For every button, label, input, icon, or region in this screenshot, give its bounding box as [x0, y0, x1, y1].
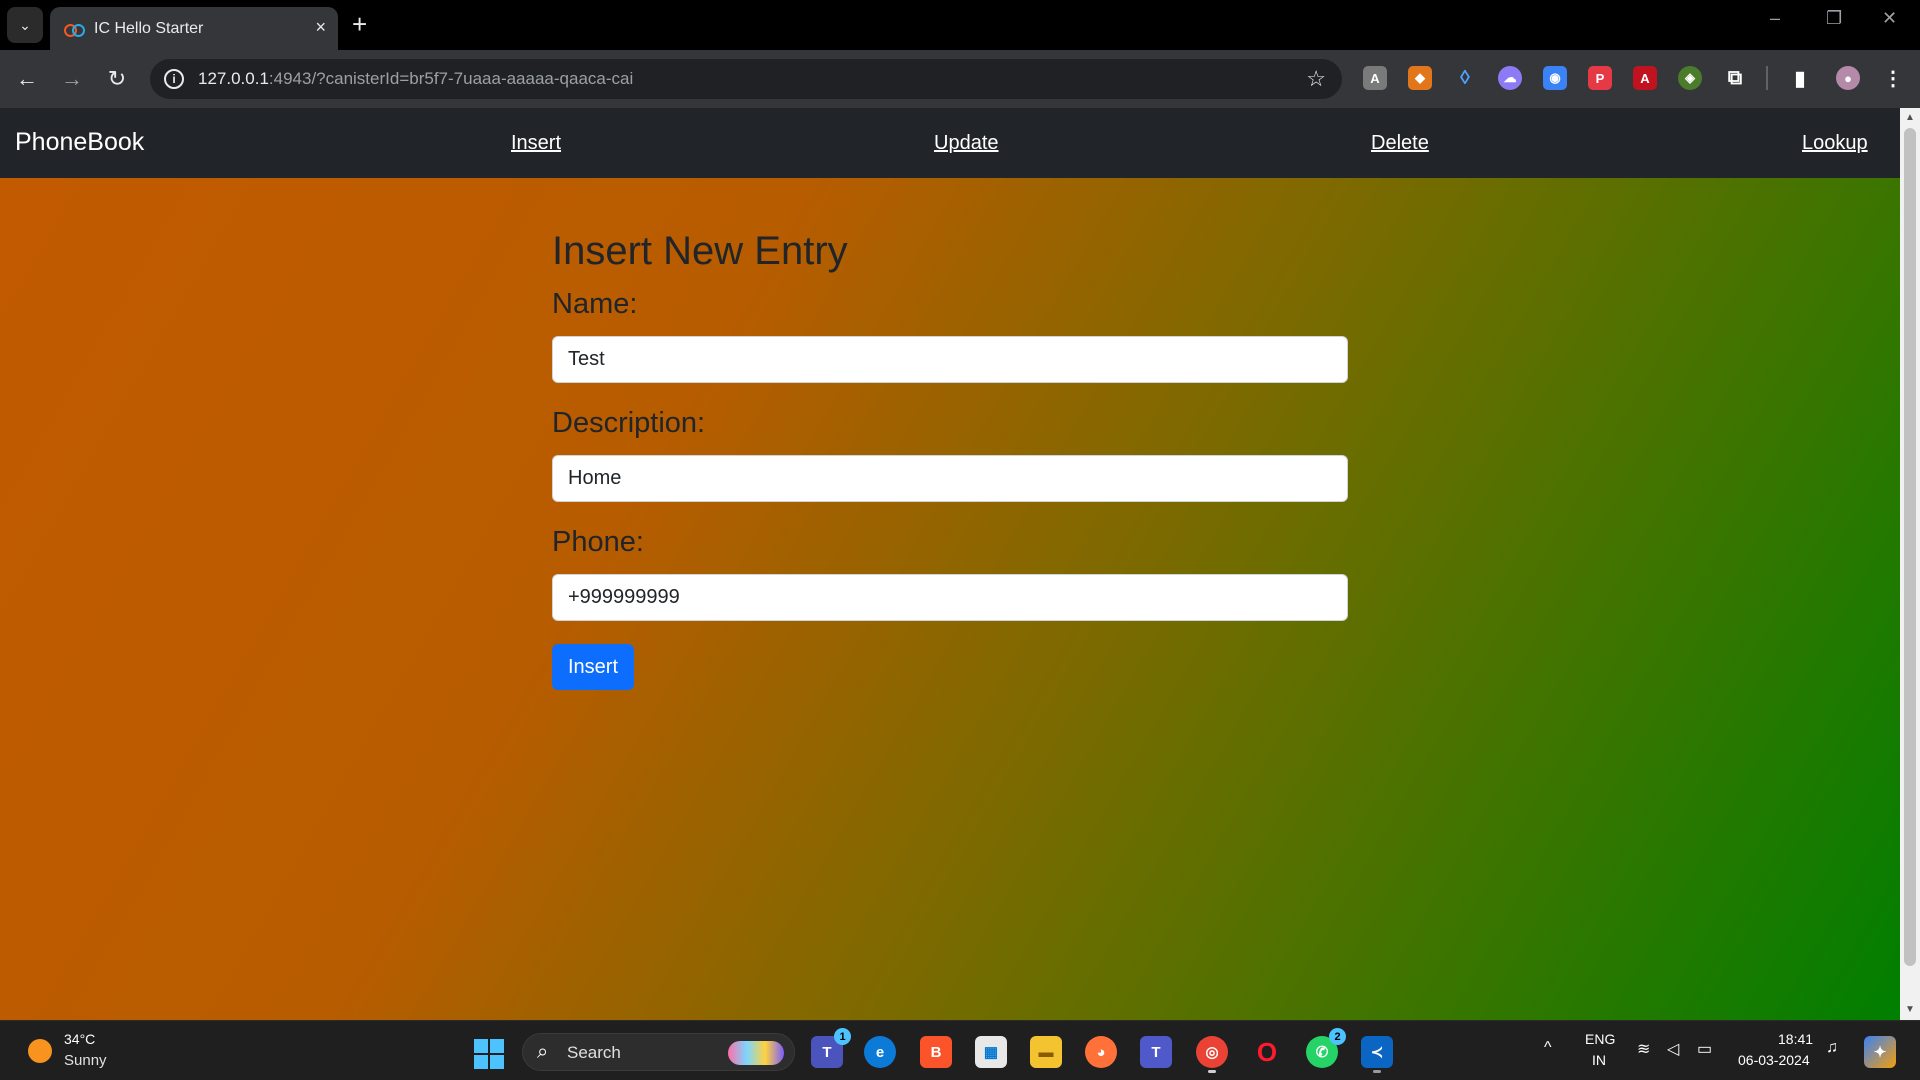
- browser-tab-strip: ⌄ IC Hello Starter × + – ❐ ✕: [0, 0, 1920, 50]
- vscode-icon[interactable]: ≺: [1361, 1036, 1393, 1068]
- whatsapp-icon[interactable]: ✆ 2: [1306, 1028, 1346, 1068]
- pdf-extension-icon[interactable]: A: [1633, 66, 1657, 90]
- insert-form: Insert New Entry Name: Description: Phon…: [552, 228, 1348, 690]
- sun-weather-icon[interactable]: [28, 1039, 52, 1063]
- shield-extension-icon[interactable]: ◈: [1678, 66, 1702, 90]
- address-bar[interactable]: i 127.0.0.1:4943/?canisterId=br5f7-7uaaa…: [150, 59, 1342, 99]
- taskbar-search-box[interactable]: ⌕ Search: [522, 1033, 795, 1071]
- whatsapp-notification-badge: 2: [1329, 1028, 1346, 1045]
- new-tab-button[interactable]: +: [352, 10, 367, 38]
- teams-chat-icon[interactable]: T1: [811, 1028, 851, 1068]
- minimize-button[interactable]: –: [1770, 8, 1780, 29]
- menu-kebab-icon[interactable]: ⋮: [1881, 66, 1905, 90]
- region-indicator[interactable]: IN: [1592, 1052, 1606, 1068]
- chrome-browser-icon[interactable]: ◎: [1196, 1036, 1228, 1068]
- file-explorer-icon[interactable]: ▬: [1030, 1036, 1062, 1068]
- phone-input[interactable]: [552, 574, 1348, 621]
- volume-icon[interactable]: ◁: [1667, 1039, 1679, 1059]
- description-label: Description:: [552, 407, 706, 439]
- url-host: 127.0.0.1: [198, 69, 269, 88]
- phone-label: Phone:: [552, 526, 644, 558]
- nav-link-update[interactable]: Update: [934, 132, 999, 155]
- browser-tab[interactable]: IC Hello Starter ×: [50, 7, 338, 50]
- teams-app-icon[interactable]: T: [1140, 1036, 1172, 1068]
- navbar-brand[interactable]: PhoneBook: [15, 128, 144, 157]
- description-input[interactable]: [552, 455, 1348, 502]
- tab-title: IC Hello Starter: [94, 19, 204, 37]
- battery-icon[interactable]: ▭: [1697, 1039, 1712, 1059]
- copilot-icon[interactable]: ✦: [1864, 1036, 1896, 1068]
- name-input[interactable]: [552, 336, 1348, 383]
- cloud-extension-icon[interactable]: ☁: [1498, 66, 1522, 90]
- nav-link-delete[interactable]: Delete: [1371, 132, 1429, 155]
- profile-avatar[interactable]: ●: [1836, 66, 1860, 90]
- opera-browser-icon[interactable]: O: [1251, 1036, 1283, 1068]
- search-highlight-art: [728, 1041, 784, 1065]
- weather-temperature[interactable]: 34°C: [64, 1031, 95, 1047]
- clock-time[interactable]: 18:41: [1778, 1031, 1813, 1047]
- brave-browser-icon[interactable]: B: [920, 1036, 952, 1068]
- back-arrow-icon[interactable]: ←: [10, 62, 44, 96]
- taskbar-search-label: Search: [567, 1043, 621, 1062]
- name-label: Name:: [552, 288, 638, 320]
- site-info-icon[interactable]: i: [164, 69, 184, 89]
- nav-link-lookup[interactable]: Lookup: [1802, 132, 1868, 155]
- restore-button[interactable]: ❐: [1826, 8, 1842, 29]
- insert-submit-button[interactable]: Insert: [552, 644, 635, 690]
- tab-search-button[interactable]: ⌄: [7, 7, 43, 43]
- chevron-down-icon: ⌄: [19, 16, 31, 33]
- forward-arrow-icon[interactable]: →: [55, 62, 89, 96]
- phonebook-page: PhoneBook Insert Update Delete Lookup In…: [0, 108, 1900, 1020]
- windows-taskbar: 34°C Sunny ⌕ Search T1 e B ▦ ▬ ◕ T ◎ O ✆…: [0, 1020, 1920, 1080]
- side-panel-icon[interactable]: ▮: [1788, 66, 1812, 90]
- windows-start-icon[interactable]: [474, 1039, 504, 1069]
- chrome-running-indicator: [1208, 1070, 1216, 1073]
- pocket-extension-icon[interactable]: P: [1588, 66, 1612, 90]
- edge-browser-icon[interactable]: e: [864, 1036, 896, 1068]
- notification-bell-icon[interactable]: ♫: [1826, 1039, 1838, 1057]
- app-navbar: PhoneBook Insert Update Delete Lookup: [0, 108, 1900, 178]
- language-indicator[interactable]: ENG: [1585, 1031, 1615, 1047]
- reload-icon[interactable]: ↻: [100, 62, 134, 96]
- form-title: Insert New Entry: [552, 229, 848, 273]
- puzzle-extensions-icon[interactable]: ⧉: [1723, 66, 1747, 90]
- vscode-running-indicator: [1373, 1070, 1381, 1073]
- search-icon: ⌕: [537, 1041, 549, 1063]
- chevron-up-icon[interactable]: ^: [1544, 1039, 1552, 1057]
- teams-notification-badge: 1: [834, 1028, 851, 1045]
- microsoft-store-icon[interactable]: ▦: [975, 1036, 1007, 1068]
- page-scrollbar[interactable]: ▲ ▼: [1900, 108, 1920, 1020]
- metamask-fox-icon[interactable]: ◆: [1408, 66, 1432, 90]
- browser-toolbar: ← → ↻ i 127.0.0.1:4943/?canisterId=br5f7…: [0, 50, 1920, 108]
- scroll-down-arrow-icon[interactable]: ▼: [1905, 1004, 1915, 1015]
- nav-link-insert[interactable]: Insert: [511, 132, 561, 155]
- extension-a-icon[interactable]: A: [1363, 66, 1387, 90]
- infinity-favicon-icon: [64, 23, 85, 37]
- bookmark-star-icon[interactable]: ☆: [1306, 66, 1326, 92]
- close-window-button[interactable]: ✕: [1882, 8, 1897, 29]
- scrollbar-thumb[interactable]: [1904, 128, 1916, 966]
- weather-condition[interactable]: Sunny: [64, 1052, 107, 1069]
- wifi-icon[interactable]: ≋: [1637, 1039, 1650, 1059]
- url-path: :4943/?canisterId=br5f7-7uaaa-aaaaa-qaac…: [268, 69, 634, 88]
- firefox-browser-icon[interactable]: ◕: [1085, 1036, 1117, 1068]
- tab-close-icon[interactable]: ×: [315, 17, 326, 38]
- toolbar-divider: [1766, 66, 1768, 90]
- scroll-up-arrow-icon[interactable]: ▲: [1905, 112, 1915, 123]
- clock-date[interactable]: 06-03-2024: [1738, 1052, 1810, 1068]
- screenshot-extension-icon[interactable]: ◉: [1543, 66, 1567, 90]
- droplet-extension-icon[interactable]: ◊: [1453, 66, 1477, 90]
